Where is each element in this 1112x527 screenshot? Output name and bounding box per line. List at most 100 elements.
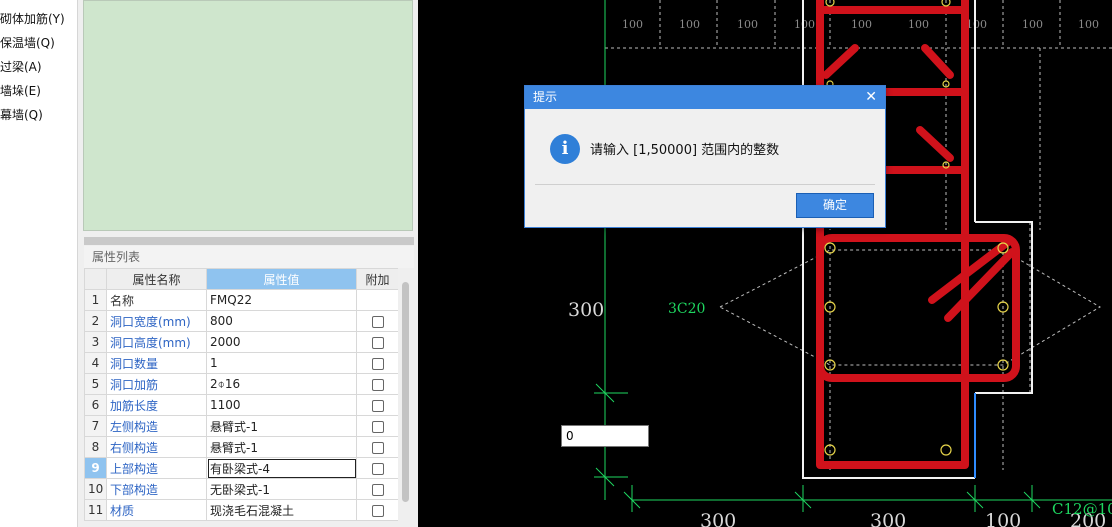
tree-item-wall-pier[interactable]: 墙垛(E): [0, 82, 41, 99]
corner-rebar-label: C12@10: [1052, 500, 1112, 518]
header-name[interactable]: 属性名称: [106, 268, 207, 290]
property-name: 下部构造: [106, 478, 207, 500]
row-number: 11: [84, 499, 107, 521]
table-row[interactable]: 10 下部构造 无卧梁式-1: [84, 478, 399, 500]
extra-cell: [356, 457, 399, 479]
table-row[interactable]: 8 右侧构造 悬臂式-1: [84, 436, 399, 458]
dim-label: 100: [1022, 18, 1043, 31]
extra-checkbox[interactable]: [371, 378, 384, 391]
property-name: 加筋长度: [106, 394, 207, 416]
dialog-message: 请输入 [1,50000] 范围内的整数: [590, 143, 780, 158]
property-name: 右侧构造: [106, 436, 207, 458]
header-extra[interactable]: 附加: [356, 268, 399, 290]
property-table: 属性名称 属性值 附加 1 名称 FMQ22 2 洞口宽度(mm) 800 3 …: [84, 268, 399, 521]
extra-checkbox[interactable]: [371, 399, 384, 412]
table-row[interactable]: 5 洞口加筋 2⌽16: [84, 373, 399, 395]
table-row[interactable]: 11 材质 现浇毛石混凝土: [84, 499, 399, 521]
scrollbar-thumb[interactable]: [402, 282, 409, 502]
extra-checkbox[interactable]: [371, 483, 384, 496]
tree-item-curtain-wall[interactable]: 幕墙(Q): [0, 106, 43, 123]
property-value[interactable]: 无卧梁式-1: [206, 478, 357, 500]
property-value-editing[interactable]: 有卧梁式-4: [206, 457, 357, 479]
row-number: 10: [84, 478, 107, 500]
extra-checkbox[interactable]: [371, 441, 384, 454]
row-number: 2: [84, 310, 107, 332]
tree-item-insulation-wall[interactable]: 保温墙(Q): [0, 34, 55, 51]
tree-item-lintel[interactable]: 过梁(A): [0, 58, 42, 75]
property-value[interactable]: 1100: [206, 394, 357, 416]
dim-label: 100: [794, 18, 815, 31]
extra-checkbox[interactable]: [371, 336, 384, 349]
row-number: 5: [84, 373, 107, 395]
dim-label: 100: [1078, 18, 1099, 31]
component-tree: 砌体加筋(Y) 保温墙(Q) 过梁(A) 墙垛(E) 幕墙(Q): [0, 0, 78, 527]
dim-label: 100: [622, 18, 643, 31]
extra-cell: [356, 310, 399, 332]
property-name: 名称: [106, 289, 207, 311]
app-window: 砌体加筋(Y) 保温墙(Q) 过梁(A) 墙垛(E) 幕墙(Q) 属性列表 属性…: [0, 0, 1112, 527]
header-value[interactable]: 属性值: [206, 268, 357, 290]
table-row[interactable]: 3 洞口高度(mm) 2000: [84, 331, 399, 353]
property-value[interactable]: 悬臂式-1: [206, 415, 357, 437]
top-dimension-labels: 100 100 100 100 100 100 100 100 100: [622, 18, 1099, 31]
extra-checkbox[interactable]: [371, 462, 384, 475]
row-number: 9: [84, 457, 107, 479]
property-value[interactable]: 2000: [206, 331, 357, 353]
table-row[interactable]: 4 洞口数量 1: [84, 352, 399, 374]
green-dimension-lines: [594, 0, 1112, 512]
info-icon: i: [550, 134, 580, 164]
close-icon[interactable]: ✕: [865, 86, 877, 109]
property-name: 洞口加筋: [106, 373, 207, 395]
drawing-canvas[interactable]: 100 100 100 100 100 100 100 100 100 300 …: [418, 0, 1112, 527]
extra-cell: [356, 331, 399, 353]
extra-cell: [356, 499, 399, 521]
dynamic-input-field[interactable]: 0: [561, 425, 649, 447]
row-number: 6: [84, 394, 107, 416]
cad-drawing[interactable]: 100 100 100 100 100 100 100 100 100 300 …: [418, 0, 1112, 527]
prompt-dialog: 提示 ✕ i 请输入 [1,50000] 范围内的整数 确定: [524, 85, 886, 228]
extra-cell: [356, 373, 399, 395]
extra-checkbox[interactable]: [371, 504, 384, 517]
row-number: 7: [84, 415, 107, 437]
property-table-header: 属性名称 属性值 附加: [84, 268, 399, 290]
property-value[interactable]: 悬臂式-1: [206, 436, 357, 458]
property-name: 洞口高度(mm): [106, 331, 207, 353]
ok-button[interactable]: 确定: [796, 193, 874, 218]
extra-checkbox[interactable]: [371, 357, 384, 370]
rebar-label: 3C20: [668, 301, 705, 317]
table-row[interactable]: 7 左侧构造 悬臂式-1: [84, 415, 399, 437]
property-list-title: 属性列表: [84, 246, 414, 268]
dim-label: 300: [870, 510, 906, 527]
property-value[interactable]: FMQ22: [206, 289, 357, 311]
extra-checkbox[interactable]: [371, 315, 384, 328]
table-row[interactable]: 6 加筋长度 1100: [84, 394, 399, 416]
tree-item-masonry-rebar[interactable]: 砌体加筋(Y): [0, 10, 65, 27]
dim-label: 100: [966, 18, 987, 31]
left-dim-label: 300: [568, 299, 604, 321]
extra-cell: [356, 478, 399, 500]
property-name: 洞口数量: [106, 352, 207, 374]
row-number: 3: [84, 331, 107, 353]
extra-checkbox[interactable]: [371, 420, 384, 433]
panel-divider[interactable]: [84, 237, 414, 245]
property-value[interactable]: 800: [206, 310, 357, 332]
dim-label: 100: [985, 510, 1021, 527]
property-value[interactable]: 1: [206, 352, 357, 374]
table-row[interactable]: 1 名称 FMQ22: [84, 289, 399, 311]
extra-cell: [356, 415, 399, 437]
property-value[interactable]: 2⌽16: [206, 373, 357, 395]
rebar-drawing: [816, 0, 1020, 469]
table-row-selected[interactable]: 9 上部构造 有卧梁式-4: [84, 457, 399, 479]
preview-area: [83, 0, 413, 231]
bottom-dimension-labels: 300 300 100 200: [700, 510, 1106, 527]
extra-cell: [356, 394, 399, 416]
dim-label: 100: [737, 18, 758, 31]
header-index: [84, 268, 107, 290]
dialog-titlebar[interactable]: 提示 ✕: [525, 86, 885, 109]
property-value[interactable]: 现浇毛石混凝土: [206, 499, 357, 521]
row-number: 4: [84, 352, 107, 374]
dialog-title: 提示: [533, 90, 558, 104]
property-name: 材质: [106, 499, 207, 521]
table-row[interactable]: 2 洞口宽度(mm) 800: [84, 310, 399, 332]
dim-label: 100: [908, 18, 929, 31]
